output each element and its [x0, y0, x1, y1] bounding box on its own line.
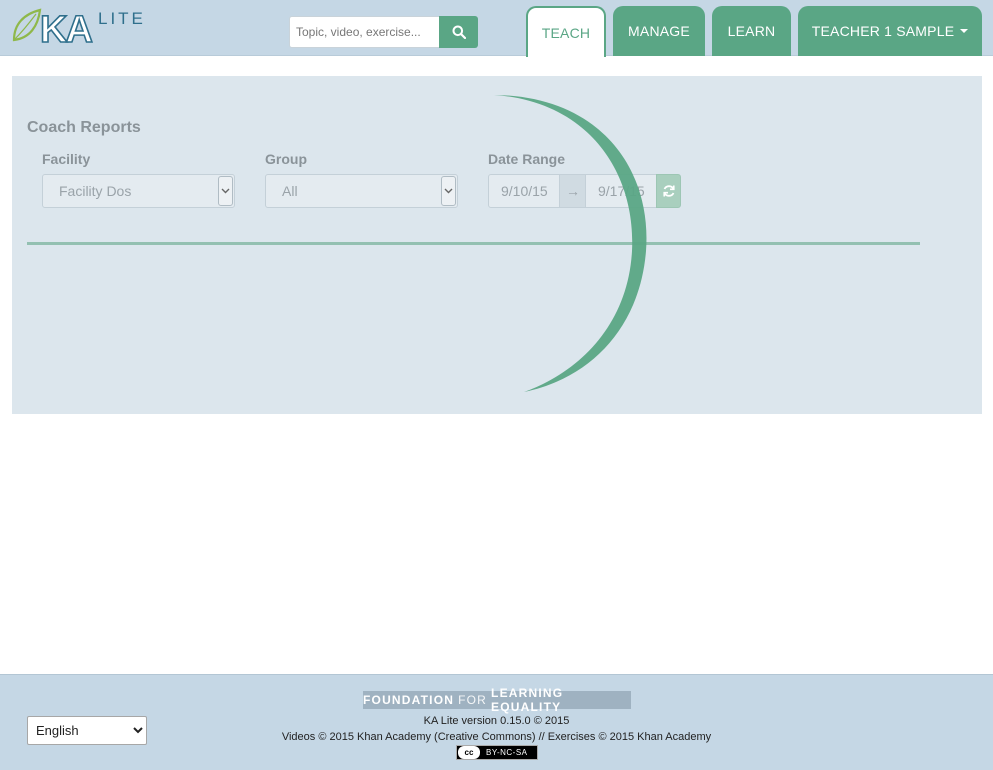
refresh-icon	[662, 185, 675, 197]
nav-tab-manage[interactable]: MANAGE	[613, 6, 705, 56]
ka-lite-logo[interactable]: KA LITE	[10, 6, 155, 46]
caret-down-icon	[960, 29, 969, 33]
nav-tab-teach-label: TEACH	[541, 24, 591, 41]
nav-tab-learn[interactable]: LEARN	[712, 6, 791, 56]
chevron-down-icon	[218, 176, 233, 206]
version-text: KA Lite version 0.15.0 © 2015	[423, 715, 570, 727]
refresh-button[interactable]	[656, 174, 681, 208]
loading-spinner-icon	[494, 95, 647, 392]
search-icon	[452, 25, 466, 39]
fle-logo-part3: LEARNING EQUALITY	[491, 686, 564, 714]
date-start-input[interactable]: 9/10/15	[488, 174, 560, 208]
cc-license-badge[interactable]: cc BY-NC-SA	[456, 745, 538, 760]
page-footer: English FOUNDATION FOR LEARNING EQUALITY…	[0, 674, 993, 770]
fle-logo-part2: FOR	[458, 693, 488, 707]
fle-logo[interactable]: FOUNDATION FOR LEARNING EQUALITY	[363, 686, 631, 714]
logo-lite-text: LITE	[98, 9, 146, 28]
date-start-value: 9/10/15	[501, 183, 548, 199]
user-menu-label: TEACHER 1 SAMPLE	[811, 23, 955, 39]
page-title: Coach Reports	[27, 119, 141, 136]
chevron-down-icon	[441, 176, 456, 206]
section-divider	[27, 242, 920, 245]
group-select-value: All	[282, 183, 298, 199]
date-end-input[interactable]: 9/17/15	[585, 174, 657, 208]
nav-tab-manage-label: MANAGE	[628, 23, 690, 39]
logo-ka-text: KA	[40, 9, 92, 46]
license-text: BY-NC-SA	[486, 748, 528, 757]
facility-select[interactable]: Facility Dos	[42, 174, 235, 208]
coach-reports-panel: Coach Reports Facility Facility Dos Grou…	[12, 76, 982, 414]
creative-commons-icon: cc	[458, 746, 480, 759]
facility-label: Facility	[42, 151, 91, 167]
group-label: Group	[265, 151, 307, 167]
facility-select-value: Facility Dos	[59, 183, 132, 199]
search-input[interactable]	[289, 16, 439, 48]
fle-logo-part1: FOUNDATION	[363, 693, 455, 707]
user-menu-dropdown[interactable]: TEACHER 1 SAMPLE	[798, 6, 982, 56]
date-end-value: 9/17/15	[598, 183, 645, 199]
top-navbar: KA LITE TEACH MANAGE LEARN TEACHER 1 SAM…	[0, 0, 993, 57]
leaf-icon	[12, 8, 42, 42]
group-select[interactable]: All	[265, 174, 458, 208]
search-button[interactable]	[439, 16, 478, 48]
nav-tab-learn-label: LEARN	[727, 23, 776, 39]
nav-tab-teach[interactable]: TEACH	[526, 6, 606, 57]
credits-text: Videos © 2015 Khan Academy (Creative Com…	[281, 731, 712, 743]
date-range-separator: →	[560, 174, 586, 208]
date-range-label: Date Range	[488, 151, 566, 167]
